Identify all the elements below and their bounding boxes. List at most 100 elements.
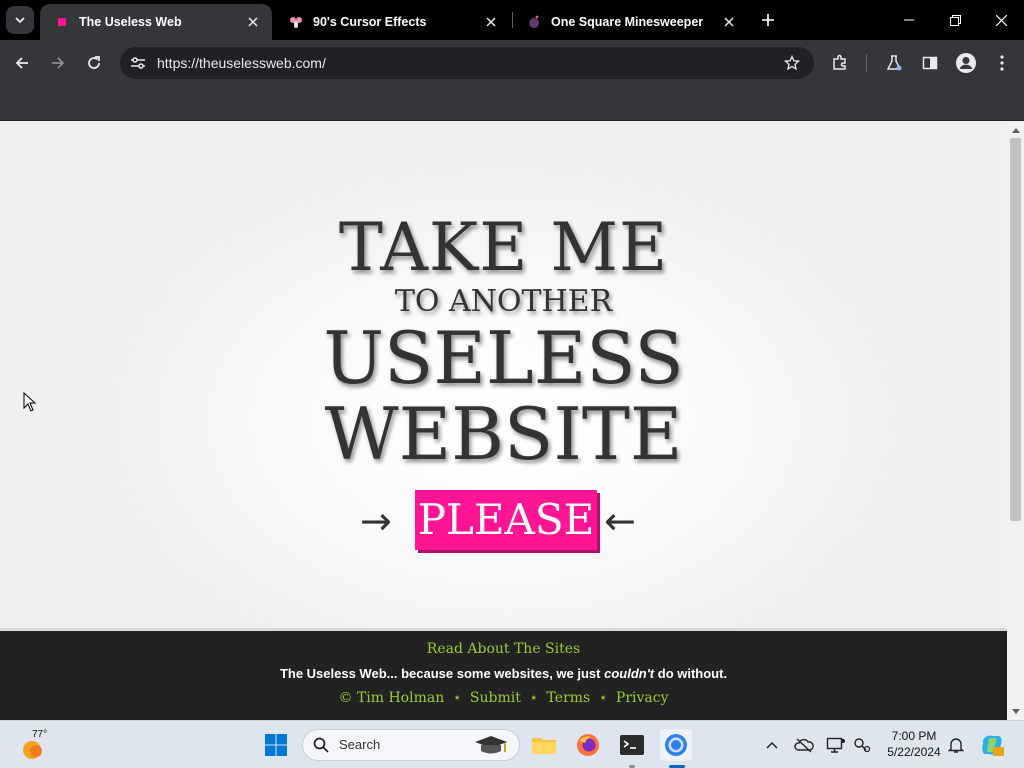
- scroll-up-arrow-icon[interactable]: [1007, 123, 1024, 137]
- bookmark-star-button[interactable]: [780, 51, 804, 75]
- terminal-button[interactable]: [616, 729, 648, 761]
- minesweeper-favicon: [526, 14, 542, 30]
- tab-cursor-effects[interactable]: 90's Cursor Effects: [274, 4, 510, 40]
- close-tab-icon[interactable]: [244, 13, 262, 31]
- footer-links: © Tim Holman ⋆ Submit ⋆ Terms ⋆ Privacy: [0, 690, 1007, 706]
- left-arrow-decoration: ←: [604, 499, 636, 543]
- network-icon: [854, 738, 871, 753]
- kebab-menu-icon: [1000, 55, 1004, 71]
- url-text[interactable]: https://theuselessweb.com/: [157, 47, 326, 79]
- tab-search-button[interactable]: [6, 6, 34, 34]
- hero-line-website: WEBSITE: [324, 392, 683, 476]
- side-panel-icon: [922, 56, 938, 70]
- weather-temperature: 77°: [32, 729, 48, 740]
- copilot-button[interactable]: [976, 729, 1008, 761]
- chrome-icon: [665, 734, 687, 756]
- start-button[interactable]: [260, 729, 292, 761]
- restore-button[interactable]: [932, 0, 978, 40]
- submit-link[interactable]: Submit: [470, 690, 521, 706]
- site-footer: Read About The Sites The Useless Web... …: [0, 628, 1007, 720]
- forward-arrow-icon: [52, 57, 65, 69]
- tab-minesweeper[interactable]: One Square Minesweeper: [512, 4, 748, 40]
- windows-logo-icon: [265, 734, 287, 756]
- onedrive-offline-button[interactable]: [790, 729, 818, 761]
- chevron-down-icon: [15, 17, 25, 24]
- notifications-button[interactable]: [942, 729, 970, 761]
- star-separator: ⋆: [452, 690, 462, 706]
- monitor-icon: [826, 737, 845, 753]
- back-arrow-icon: [15, 57, 28, 69]
- show-hidden-icons-button[interactable]: [758, 729, 786, 761]
- hero-line-take-me: TAKE ME: [338, 209, 669, 286]
- search-icon: [313, 737, 329, 753]
- star-icon: [784, 55, 800, 71]
- page-viewport: TAKE ME TO ANOTHER USELESS WEBSITE → PLE…: [0, 121, 1007, 720]
- terms-link[interactable]: Terms: [547, 690, 591, 706]
- footer-tagline: The Useless Web... because some websites…: [0, 666, 1007, 681]
- clock-date: 5/22/2024: [887, 745, 941, 759]
- terminal-icon: [620, 735, 644, 755]
- scrollbar-thumb[interactable]: [1010, 138, 1021, 521]
- close-window-button[interactable]: [978, 0, 1024, 40]
- close-tab-icon[interactable]: [482, 13, 500, 31]
- minimize-icon: [904, 19, 914, 21]
- vertical-scrollbar[interactable]: [1007, 121, 1024, 720]
- bell-icon: [948, 738, 964, 753]
- forward-button[interactable]: [44, 49, 72, 77]
- bookmarks-bar: [0, 86, 1024, 121]
- profile-avatar-icon: [956, 53, 976, 73]
- cursor-effects-favicon: [288, 14, 304, 30]
- network-button[interactable]: [848, 729, 876, 761]
- close-icon: [995, 14, 1007, 26]
- plus-icon: [762, 14, 774, 26]
- star-separator: ⋆: [598, 690, 608, 706]
- minimize-button[interactable]: [886, 0, 932, 40]
- scroll-down-arrow-icon[interactable]: [1007, 705, 1024, 719]
- restore-icon: [949, 14, 961, 26]
- windows-taskbar: 77° Search 7:00 PM 5/22/2024: [0, 720, 1024, 768]
- tune-icon: [131, 57, 145, 69]
- mouse-pointer-icon: [23, 391, 37, 416]
- tab-title: One Square Minesweeper: [551, 15, 704, 29]
- site-info-button[interactable]: [126, 51, 150, 75]
- search-label: Search: [339, 737, 381, 752]
- firefox-button[interactable]: [572, 729, 604, 761]
- side-panel-button[interactable]: [916, 49, 944, 77]
- display-button[interactable]: [822, 729, 850, 761]
- tagline-start: The Useless Web... because some websites…: [279, 666, 605, 681]
- chrome-button[interactable]: [660, 729, 692, 761]
- new-tab-button[interactable]: [756, 8, 780, 32]
- star-separator: ⋆: [529, 690, 539, 706]
- read-about-link[interactable]: Read About The Sites: [0, 641, 1007, 657]
- reload-icon: [88, 56, 100, 69]
- tagline-end: do without.: [654, 666, 728, 681]
- tab-title: The Useless Web: [79, 15, 182, 29]
- toolbar-divider: [866, 54, 867, 72]
- address-bar[interactable]: https://theuselessweb.com/: [120, 47, 814, 79]
- menu-button[interactable]: [988, 49, 1016, 77]
- folder-icon: [532, 738, 556, 754]
- useless-web-favicon: [54, 14, 70, 30]
- please-button[interactable]: PLEASE: [415, 490, 597, 550]
- back-button[interactable]: [8, 49, 36, 77]
- profile-button[interactable]: [952, 49, 980, 77]
- extensions-button[interactable]: [826, 49, 854, 77]
- tab-useless-web[interactable]: The Useless Web: [40, 4, 272, 40]
- sun-cloud-icon: [23, 741, 42, 759]
- taskbar-search[interactable]: Search: [302, 729, 520, 761]
- close-tab-icon[interactable]: [720, 13, 738, 31]
- cloud-offline-icon: [794, 738, 814, 753]
- reload-button[interactable]: [80, 49, 108, 77]
- labs-button[interactable]: [880, 49, 908, 77]
- hero-line-to-another: TO ANOTHER: [394, 284, 613, 319]
- copyright-link[interactable]: © Tim Holman: [338, 690, 444, 706]
- privacy-link[interactable]: Privacy: [616, 690, 669, 706]
- tab-title: 90's Cursor Effects: [313, 15, 427, 29]
- file-explorer-button[interactable]: [528, 729, 560, 761]
- weather-widget[interactable]: 77°: [18, 729, 58, 763]
- right-arrow-decoration: →: [360, 499, 392, 543]
- system-clock[interactable]: 7:00 PM 5/22/2024: [880, 728, 948, 760]
- flask-icon: [886, 55, 902, 71]
- clock-time: 7:00 PM: [891, 729, 937, 743]
- tagline-emphasis: couldn't: [604, 666, 655, 681]
